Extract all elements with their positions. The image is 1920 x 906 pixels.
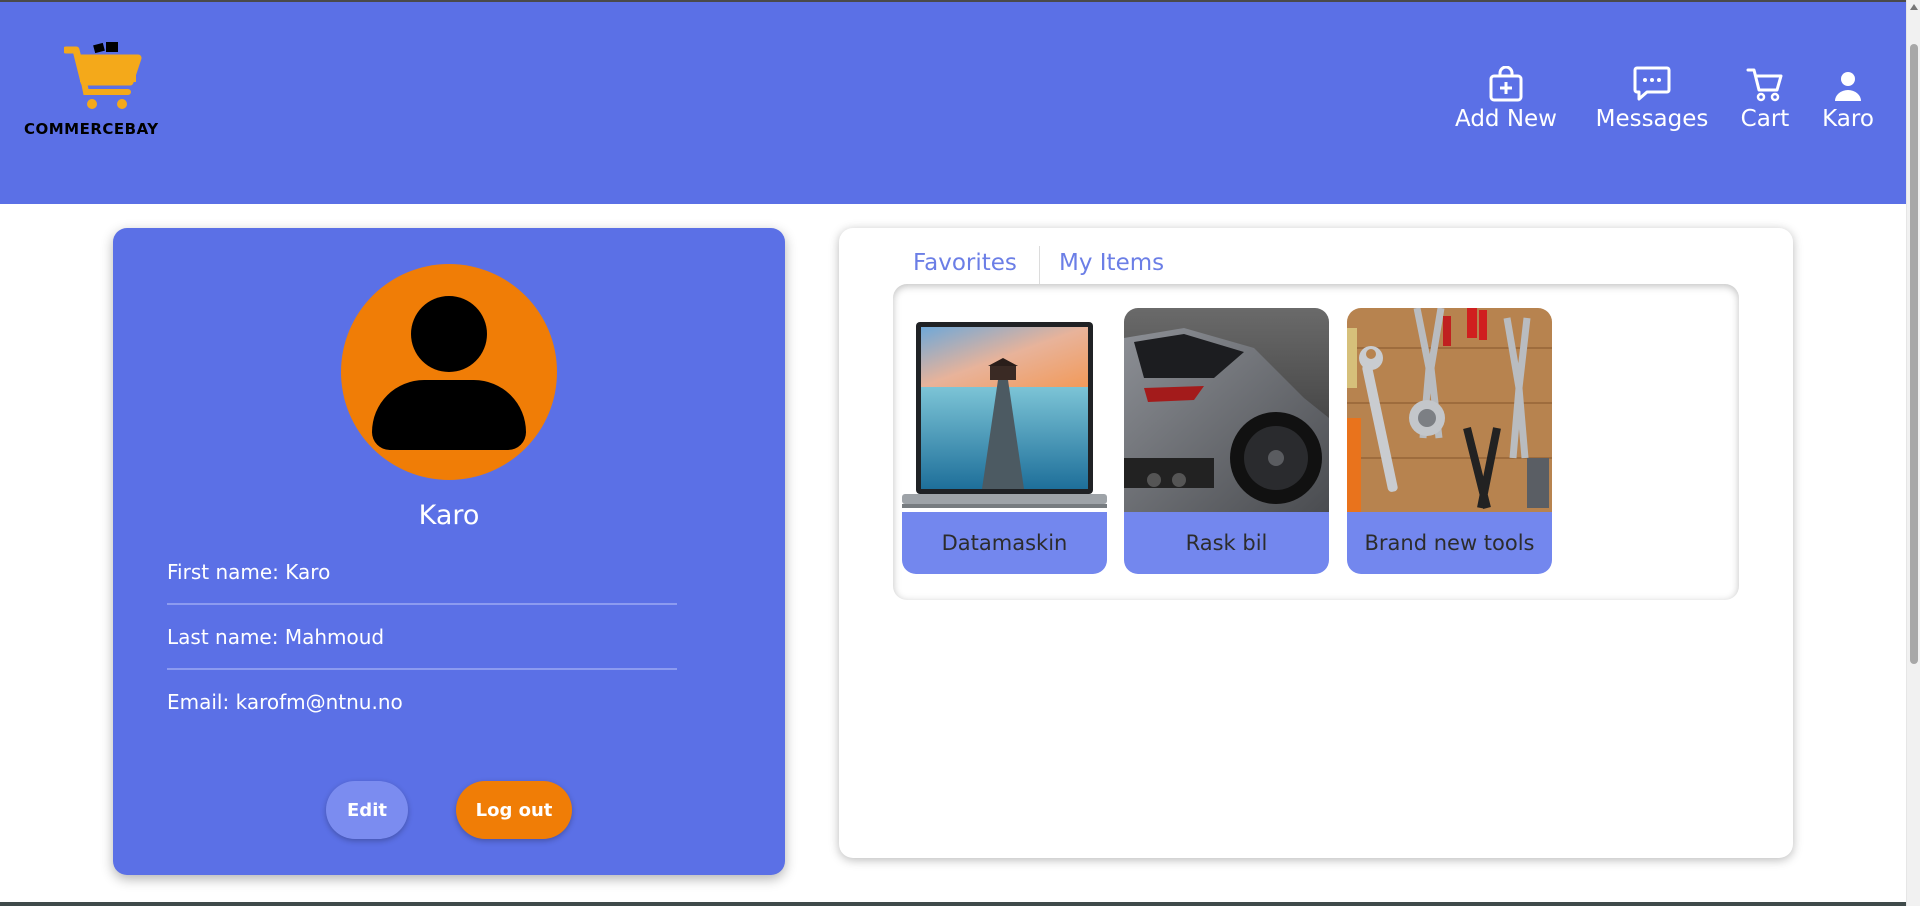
tab-my-items[interactable]: My Items	[1059, 250, 1164, 276]
items-grid: Datamaskin Rask bil Brand new tools	[893, 284, 1739, 600]
profile-name: Karo	[418, 500, 480, 531]
scrollbar-thumb[interactable]	[1910, 44, 1918, 664]
item-title: Rask bil	[1124, 512, 1329, 574]
nav-messages-label: Messages	[1595, 106, 1709, 132]
user-icon	[1835, 72, 1861, 101]
nav-cart[interactable]: Cart	[1736, 62, 1794, 142]
logo-text: COMMERCEBAY	[24, 120, 159, 138]
shopping-cart-logo-icon	[64, 42, 142, 109]
item-card[interactable]: Brand new tools	[1347, 308, 1552, 574]
last-name-field: Last name: Mahmoud	[167, 625, 385, 649]
cart-icon	[1746, 68, 1783, 102]
divider	[167, 668, 677, 670]
item-title: Datamaskin	[902, 512, 1107, 574]
item-card[interactable]: Datamaskin	[902, 308, 1107, 574]
divider	[167, 603, 677, 605]
nav-add-new-label: Add New	[1454, 106, 1557, 132]
email-field: Email: karofm@ntnu.no	[167, 690, 403, 714]
avatar-body	[372, 380, 526, 450]
item-title: Brand new tools	[1347, 512, 1552, 574]
car-image	[1124, 308, 1329, 512]
item-card[interactable]: Rask bil	[1124, 308, 1329, 574]
window-bottom-border	[0, 902, 1906, 906]
add-bag-icon	[1489, 66, 1523, 102]
page-scrollbar[interactable]	[1906, 0, 1920, 906]
avatar	[341, 264, 557, 480]
profile-card: Karo First name: Karo Last name: Mahmoud…	[113, 228, 785, 875]
logout-button[interactable]: Log out	[456, 781, 572, 839]
avatar-head	[411, 296, 487, 372]
app-header: COMMERCEBAY Add New Messages Cart Karo	[0, 2, 1906, 204]
edit-button[interactable]: Edit	[326, 781, 408, 839]
chat-bubble-icon	[1633, 66, 1671, 101]
scroll-up-arrow-icon[interactable]	[1910, 4, 1918, 10]
nav-user[interactable]: Karo	[1816, 62, 1880, 142]
tab-divider	[1039, 246, 1040, 284]
items-panel: Favorites My Items Datamaskin Rask bil B…	[839, 228, 1793, 858]
laptop-image	[902, 308, 1107, 512]
tools-image	[1347, 308, 1552, 512]
nav-messages[interactable]: Messages	[1588, 62, 1716, 142]
nav-user-label: Karo	[1822, 106, 1874, 132]
first-name-field: First name: Karo	[167, 560, 331, 584]
nav-cart-label: Cart	[1740, 106, 1790, 132]
tab-favorites[interactable]: Favorites	[913, 250, 1017, 276]
nav-add-new[interactable]: Add New	[1448, 62, 1564, 142]
logo[interactable]: COMMERCEBAY	[24, 42, 174, 142]
